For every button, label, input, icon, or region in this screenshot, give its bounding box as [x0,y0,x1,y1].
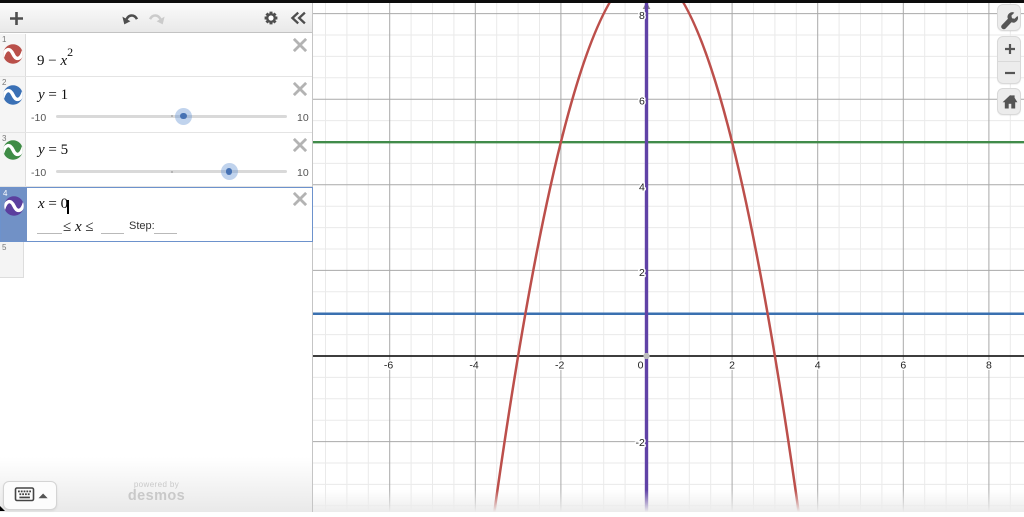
svg-text:-4: -4 [469,359,478,371]
svg-text:6: 6 [900,359,906,371]
svg-text:2: 2 [639,267,645,279]
svg-text:-6: -6 [384,359,393,371]
svg-text:-2: -2 [555,359,564,371]
svg-text:6: 6 [639,96,645,108]
svg-text:8: 8 [639,10,645,22]
svg-text:-2: -2 [636,437,645,449]
svg-text:0: 0 [638,359,644,371]
svg-text:2: 2 [729,359,735,371]
svg-text:8: 8 [986,359,992,371]
svg-text:4: 4 [815,359,821,371]
svg-text:4: 4 [639,181,645,193]
